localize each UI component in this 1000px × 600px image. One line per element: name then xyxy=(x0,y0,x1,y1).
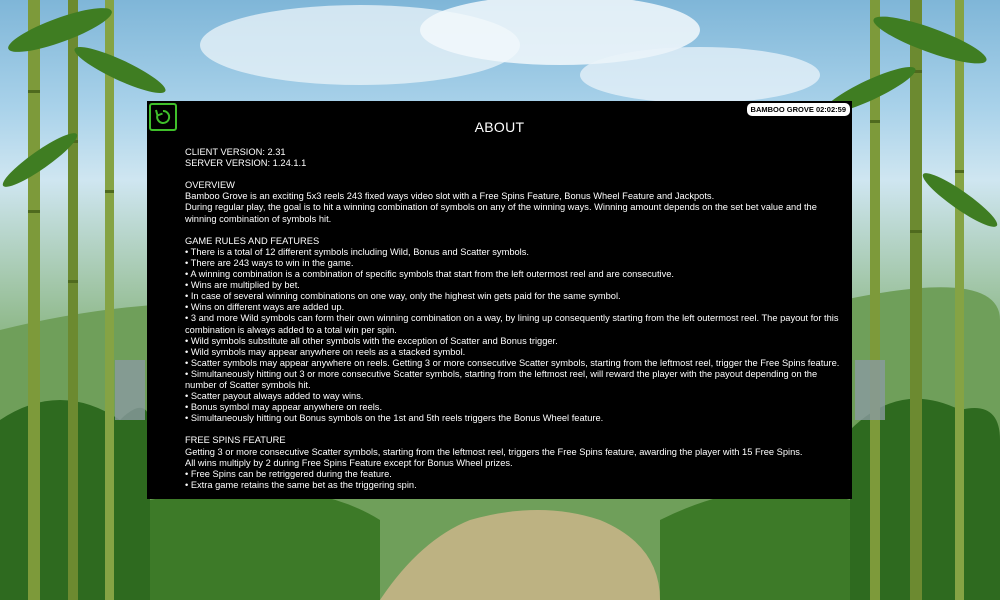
overview-line: Bamboo Grove is an exciting 5x3 reels 24… xyxy=(185,191,715,202)
rule-item: • Scatter payout always added to way win… xyxy=(185,391,364,402)
free-spins-line: • Free Spins can be retriggered during t… xyxy=(185,468,392,479)
rule-item: • Bonus symbol may appear anywhere on re… xyxy=(185,402,383,413)
rule-item: • In case of several winning combination… xyxy=(185,291,621,302)
rule-item: • There is a total of 12 different symbo… xyxy=(185,246,529,257)
overview-heading: OVERVIEW xyxy=(185,180,235,191)
rule-item: • A winning combination is a combination… xyxy=(185,269,674,280)
rule-item: • Wild symbols substitute all other symb… xyxy=(185,335,558,346)
free-spins-heading: FREE SPINS FEATURE xyxy=(185,435,286,446)
free-spins-line: • Extra game retains the same bet as the… xyxy=(185,479,417,490)
rule-item: • There are 243 ways to win in the game. xyxy=(185,257,354,268)
rule-item: • Wins on different ways are added up. xyxy=(185,302,345,313)
rule-item: • Wild symbols may appear anywhere on re… xyxy=(185,346,466,357)
game-timer-badge: BAMBOO GROVE 02:02:59 xyxy=(746,103,850,116)
free-spins-line: Getting 3 or more consecutive Scatter sy… xyxy=(185,446,803,457)
about-panel: BAMBOO GROVE 02:02:59 ABOUT CLIENT VERSI… xyxy=(147,101,852,499)
rule-item: • Wins are multiplied by bet. xyxy=(185,280,300,291)
rule-item: • 3 and more Wild symbols can form their… xyxy=(185,313,839,335)
rules-heading: GAME RULES AND FEATURES xyxy=(185,235,320,246)
client-version: CLIENT VERSION: 2.31 xyxy=(185,147,286,157)
game-background: BAMBOO GROVE 02:02:59 ABOUT CLIENT VERSI… xyxy=(0,0,1000,600)
page-title: ABOUT xyxy=(474,119,525,135)
about-content: CLIENT VERSION: 2.31 SERVER VERSION: 1.2… xyxy=(185,147,841,491)
rule-item: • Simultaneously hitting out Bonus symbo… xyxy=(185,413,604,424)
free-spins-line: All wins multiply by 2 during Free Spins… xyxy=(185,457,513,468)
overview-line: During regular play, the goal is to hit … xyxy=(185,202,817,224)
rule-item: • Scatter symbols may appear anywhere on… xyxy=(185,357,840,368)
server-version: SERVER VERSION: 1.24.1.1 xyxy=(185,158,307,169)
rule-item: • Simultaneously hitting out 3 or more c… xyxy=(185,368,818,390)
